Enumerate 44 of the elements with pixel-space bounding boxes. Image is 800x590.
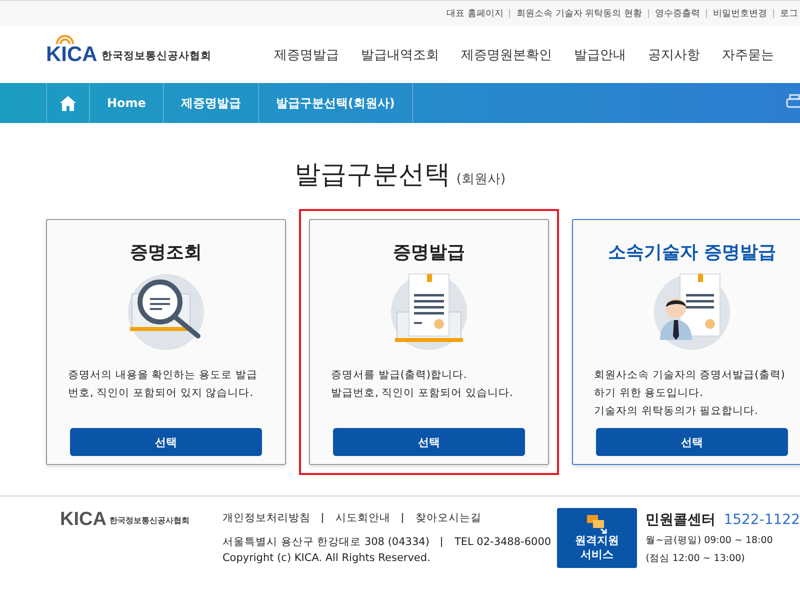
nav-item[interactable]: 발급내역조회 xyxy=(361,46,439,64)
screens-icon xyxy=(586,514,608,534)
top-link[interactable]: 영수증출력 xyxy=(655,7,700,20)
card-description: 증명서의 내용을 확인하는 용도로 발급번호, 직인이 포함되어 있지 않습니다. xyxy=(68,368,258,401)
option-card[interactable]: 증명발급 증명서를 발급(출력)합니다. 발급번호, 직인이 포함되어 있습니다. 선택 xyxy=(309,219,549,465)
breadcrumb-item[interactable]: 발급구분선택(회원사) xyxy=(258,83,413,123)
logo-mark[interactable]: KICA xyxy=(46,42,98,66)
card-title: 증명발급 xyxy=(393,241,465,264)
nav-item[interactable]: 제증명발급 xyxy=(274,46,339,64)
card-description: 증명서를 발급(출력)합니다. 발급번호, 직인이 포함되어 있습니다. xyxy=(331,368,514,401)
hours-text: 월~금(평일) 09:00 ~ 18:00 xyxy=(646,534,774,547)
top-link[interactable]: 대표 홈페이지 xyxy=(446,7,504,20)
select-button[interactable]: 선택 xyxy=(596,428,788,456)
top-link[interactable]: 비밀번호변경 xyxy=(713,7,767,20)
lunch-hours-text: (점심 12:00 ~ 13:00) xyxy=(646,552,746,565)
address-text: 서울특별시 용산구 한강대로 308 (04334) xyxy=(222,535,430,549)
nav-item[interactable]: 자주묻는 xyxy=(722,46,774,64)
nav-item[interactable]: 공지사항 xyxy=(648,46,700,64)
footer-link[interactable]: 시도회안내 xyxy=(335,511,390,525)
home-icon xyxy=(60,96,76,110)
option-card[interactable]: 증명조회 증명서의 내용을 확인하는 용도로 발급번호, 직인이 포함되어 있지 않습니다. 선택 xyxy=(46,219,286,465)
remote-support-button[interactable]: 원격지원 서비스 xyxy=(557,508,637,568)
card-title: 소속기술자 증명발급 xyxy=(608,241,776,264)
option-card[interactable]: 소속기술자 증명발급 회원사소속 기술자의 증명서발급(출력)하기 위한 용도입니다. 기술자의 위탁동의가 필요합니다. 선택 xyxy=(572,219,800,465)
call-center-label: 민원콜센터 xyxy=(646,511,716,529)
footer-logo-mark: KICA xyxy=(60,509,106,531)
select-button[interactable]: 선택 xyxy=(70,428,262,456)
phone-text: TEL 02-3488-6000 xyxy=(454,536,552,548)
select-button[interactable]: 선택 xyxy=(333,428,525,456)
page-title: 발급구분선택 xyxy=(294,160,450,190)
nav-item[interactable]: 제증명원본확인 xyxy=(461,46,552,64)
card-title: 증명조회 xyxy=(130,241,202,264)
footer-link[interactable]: 개인정보처리방침 xyxy=(222,511,310,525)
call-center-number: 1522-1122 xyxy=(724,512,800,528)
nav-item[interactable]: 발급안내 xyxy=(574,46,626,64)
card-description: 회원사소속 기술자의 증명서발급(출력)하기 위한 용도입니다. 기술자의 위탁동의가 필요합니다. xyxy=(594,368,786,419)
top-link[interactable]: 로그 xyxy=(780,7,798,20)
footer-link[interactable]: 찾아오시는길 xyxy=(415,511,482,525)
footer-logo-name: 한국정보통신공사협회 xyxy=(109,514,190,526)
page-subtitle: (회원사) xyxy=(456,172,506,187)
logo-name[interactable]: 한국정보통신공사협회 xyxy=(101,48,212,62)
signal-arcs-icon xyxy=(54,32,76,44)
copyright-text: Copyright (c) KICA. All Rights Reserved. xyxy=(222,552,432,564)
top-link[interactable]: 회원소속 기술자 위탁동의 현황 xyxy=(516,7,642,20)
